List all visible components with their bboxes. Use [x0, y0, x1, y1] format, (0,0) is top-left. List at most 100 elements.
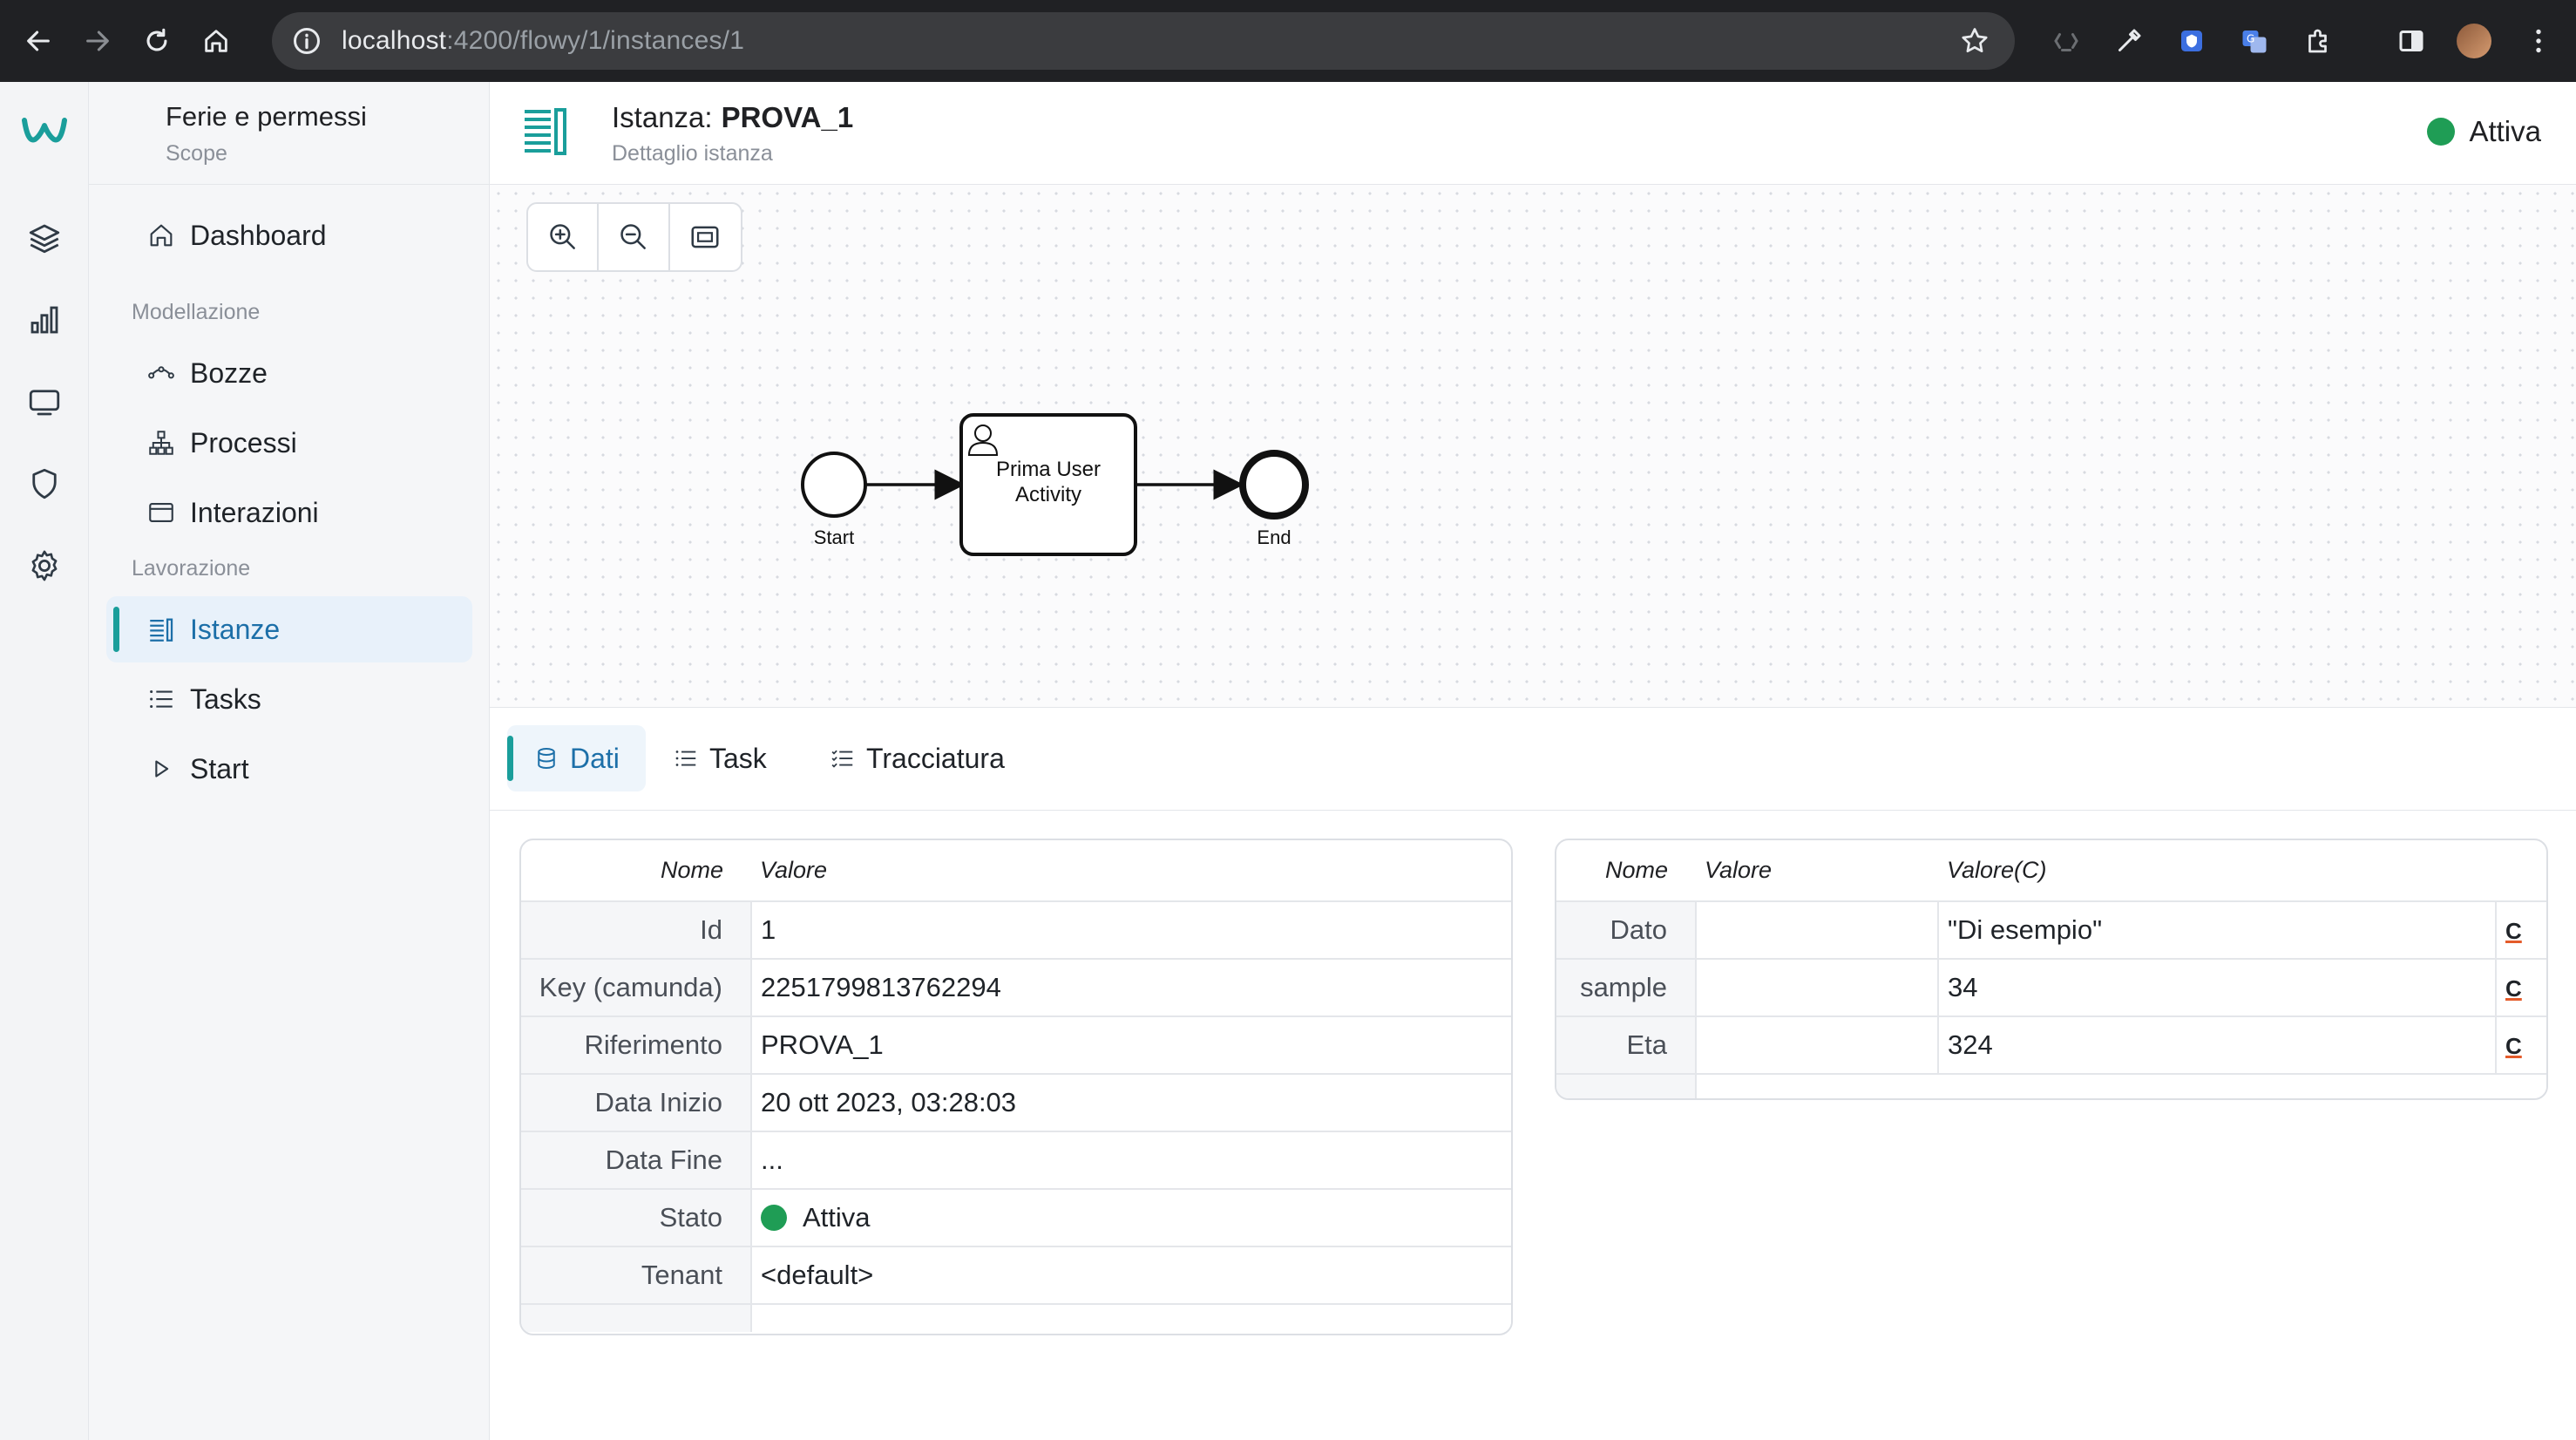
scope-title: Ferie e permessi [166, 101, 367, 132]
user-task-label-line1: Prima User [996, 458, 1101, 481]
bezier-curve-icon [148, 366, 174, 379]
sidebar-item-tasks[interactable]: Tasks [106, 666, 472, 732]
scope-header[interactable]: Ferie e permessi Scope [89, 82, 489, 185]
fit-view-button[interactable] [670, 204, 741, 270]
profile-avatar [2457, 24, 2491, 58]
status-badge: Attiva [2427, 115, 2541, 148]
extension-recycle[interactable] [2044, 19, 2088, 63]
browser-menu-button[interactable] [2517, 19, 2560, 63]
detail-tabs: Dati Task Tracciatura [490, 708, 2576, 811]
rail-security[interactable] [23, 462, 66, 506]
zoom-in-button[interactable] [528, 204, 600, 270]
status-dot-icon [761, 1205, 787, 1231]
row-value: 2251799813762294 [751, 958, 1511, 1016]
column-header-actions [2496, 840, 2546, 901]
end-event[interactable] [1239, 450, 1309, 520]
app-rail [0, 82, 89, 1440]
checklist-icon [831, 750, 853, 768]
profile-button[interactable] [2452, 19, 2496, 63]
bar-chart-icon [31, 306, 58, 334]
section-modellazione: Modellazione [132, 300, 261, 324]
instances-list-icon [150, 618, 173, 642]
bookmark-star-icon[interactable] [1959, 25, 1990, 57]
gear-icon [31, 550, 58, 581]
instances-list-icon [525, 108, 566, 155]
database-icon [538, 748, 555, 770]
row-name: Stato [521, 1188, 752, 1246]
translate-icon: G [2242, 31, 2267, 53]
rail-monitor[interactable] [23, 380, 66, 424]
sidebar-item-dashboard[interactable]: Dashboard [106, 202, 472, 268]
variable-action-button[interactable]: C [2505, 918, 2522, 944]
variable-action-button[interactable]: C [2505, 1033, 2522, 1059]
bpmn-diagram: Start Prima User Activity End [801, 413, 1309, 556]
window-icon [149, 503, 173, 522]
row-name: Key (camunda) [521, 958, 752, 1016]
tab-tracciatura[interactable]: Tracciatura [803, 725, 1031, 791]
app-logo[interactable] [19, 113, 70, 148]
table-row: Id 1 [521, 900, 1511, 959]
status-text: Attiva [803, 1202, 871, 1233]
address-bar[interactable]: localhost:4200/flowy/1/instances/1 [272, 12, 2015, 70]
row-value: <default> [751, 1246, 1511, 1304]
sidebar-item-interazioni[interactable]: Interazioni [106, 479, 472, 546]
column-header-value: Valore [1705, 857, 1773, 883]
bpmn-canvas[interactable]: Start Prima User Activity End [490, 185, 2576, 708]
url-text: localhost:4200/flowy/1/instances/1 [342, 26, 744, 56]
svg-text:G: G [2247, 33, 2254, 45]
sidebar-item-bozze[interactable]: Bozze [106, 340, 472, 406]
status-label: Attiva [2469, 115, 2541, 147]
status-dot-icon [2427, 118, 2456, 146]
home-icon [205, 30, 227, 52]
layers-icon [29, 224, 60, 254]
sidebar-item-label: Start [190, 752, 249, 785]
variable-action-button[interactable]: C [2505, 975, 2522, 1002]
zoom-toolbar [526, 202, 742, 272]
row-name: Data Fine [521, 1131, 752, 1189]
tab-task[interactable]: Task [647, 725, 793, 791]
side-panel-button[interactable] [2390, 19, 2433, 63]
sidebar-item-label: Tasks [190, 683, 261, 715]
start-event[interactable] [801, 452, 867, 518]
eyedropper-icon [2118, 29, 2141, 51]
variable-value [1696, 1015, 1939, 1074]
browser-toolbar: localhost:4200/flowy/1/instances/1 G [0, 0, 2576, 82]
extensions-button[interactable] [2297, 19, 2341, 63]
sidebar-item-start[interactable]: Start [106, 736, 472, 802]
variable-value-c: 34 [1938, 958, 2497, 1016]
back-button[interactable] [12, 15, 64, 67]
rail-settings[interactable] [23, 544, 66, 588]
variable-value [1696, 958, 1939, 1016]
table-footer-row [1556, 1073, 2546, 1098]
rail-analytics[interactable] [23, 298, 66, 342]
sidebar-item-istanze[interactable]: Istanze [106, 596, 472, 662]
sidebar-item-processi[interactable]: Processi [106, 410, 472, 476]
status-cell: Attiva [761, 1202, 1502, 1233]
rail-layers[interactable] [23, 216, 66, 260]
variable-action-cell[interactable]: C [2496, 900, 2546, 959]
home-button[interactable] [190, 15, 242, 67]
page-header: Istanza: PROVA_1 Dettaglio istanza Attiva [490, 82, 2576, 185]
extension-eyedropper[interactable] [2107, 19, 2151, 63]
table-row: Key (camunda) 2251799813762294 [521, 958, 1511, 1016]
variables-panel: Nome Valore Valore(C) Dato "Di esempio" … [1555, 839, 2548, 1100]
arrow-right-icon [86, 31, 109, 51]
list-icon [150, 689, 173, 709]
variable-action-cell[interactable]: C [2496, 1015, 2546, 1074]
site-info-icon[interactable] [291, 25, 322, 57]
tab-dati[interactable]: Dati [507, 725, 646, 791]
footer-cell [1556, 1073, 1697, 1098]
extension-translate[interactable]: G [2233, 19, 2276, 63]
sidebar-item-label: Bozze [190, 357, 268, 389]
forward-button[interactable] [71, 15, 124, 67]
variable-name: Eta [1556, 1015, 1697, 1074]
variable-action-cell[interactable]: C [2496, 958, 2546, 1016]
zoom-out-button[interactable] [599, 204, 670, 270]
footer-cell [751, 1303, 1511, 1332]
column-header-value: Valore [760, 857, 828, 883]
play-icon [155, 760, 169, 778]
row-name: Data Inizio [521, 1073, 752, 1131]
reload-button[interactable] [131, 15, 183, 67]
footer-cell [1938, 1073, 2496, 1098]
extension-shield[interactable] [2170, 19, 2213, 63]
